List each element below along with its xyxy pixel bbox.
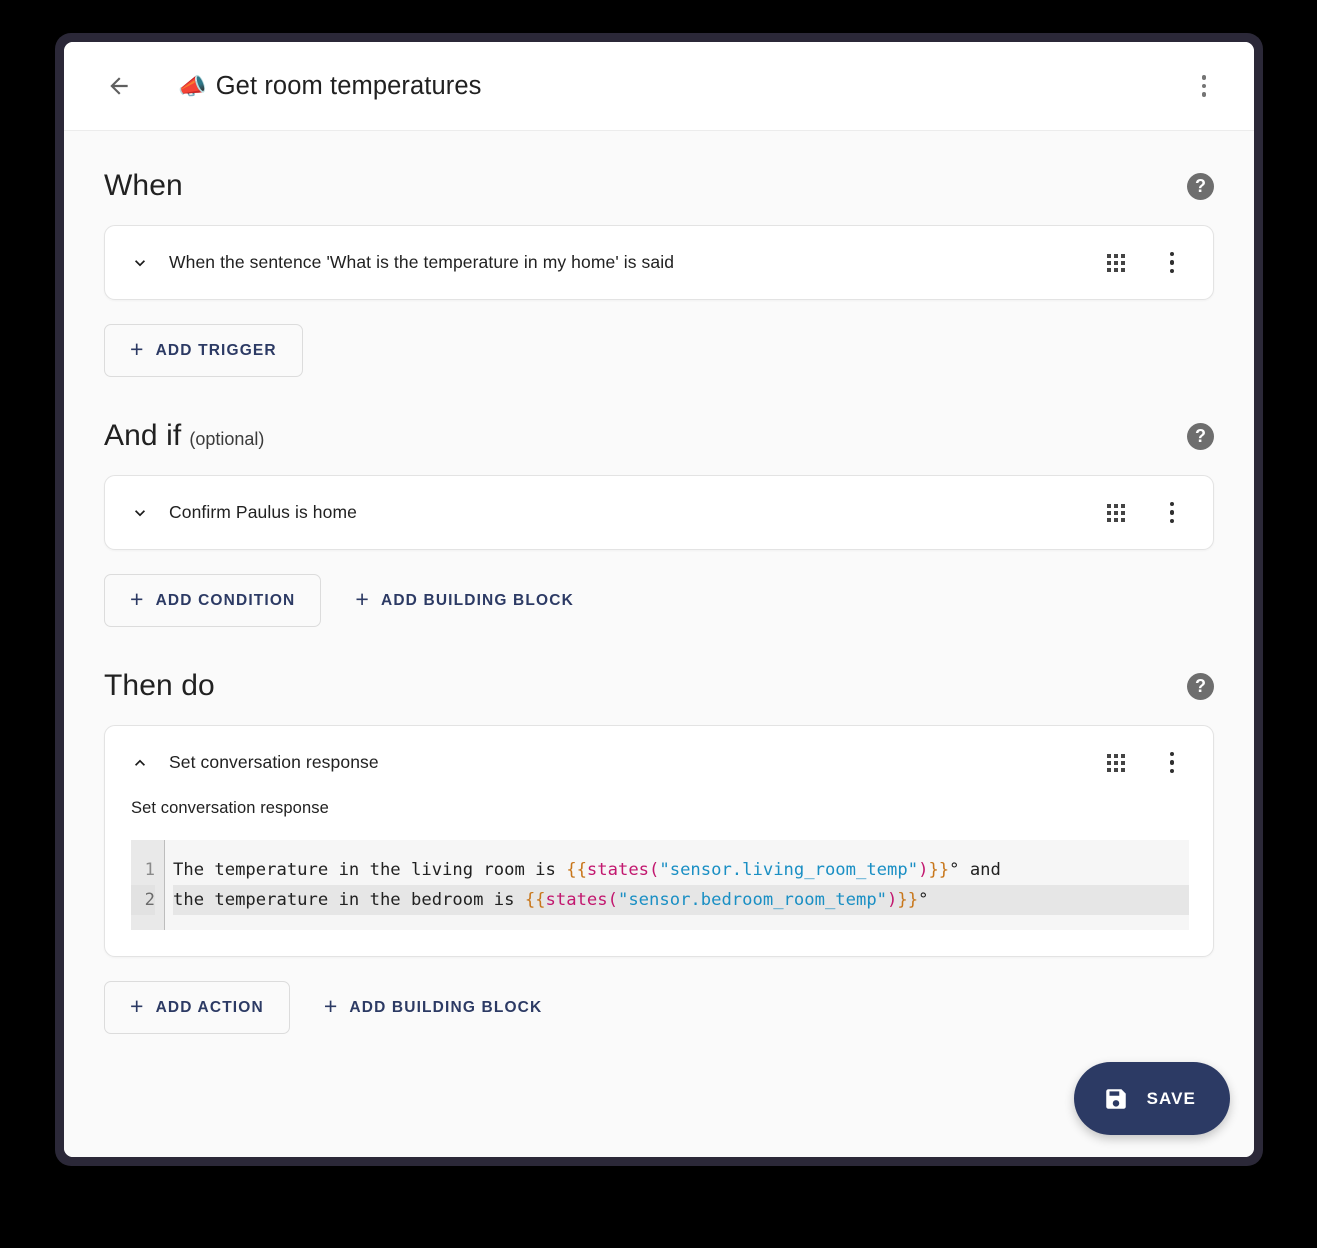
megaphone-emoji-icon: 📣 (178, 72, 207, 99)
chevron-down-icon[interactable] (127, 500, 153, 526)
add-condition-button[interactable]: + ADD CONDITION (104, 574, 322, 627)
code-token-plain: ° (918, 890, 929, 910)
action-row-card[interactable]: Set conversation response Set conversati… (104, 725, 1214, 957)
add-action-label: ADD ACTION (155, 998, 264, 1016)
then-do-button-row: + ADD ACTION + ADD BUILDING BLOCK (104, 981, 1214, 1034)
code-line: The temperature in the living room is {{… (173, 855, 1189, 885)
code-editor-text-area[interactable]: The temperature in the living room is {{… (165, 840, 1189, 930)
trigger-row-header[interactable]: When the sentence 'What is the temperatu… (105, 226, 1213, 299)
browser-window-frame: 📣 Get room temperatures When ? When the … (55, 33, 1263, 1166)
add-action-button[interactable]: + ADD ACTION (104, 981, 290, 1034)
code-token-paren: ) (918, 860, 929, 880)
code-editor-gutter: 12 (131, 840, 165, 930)
save-floppy-icon (1105, 1088, 1126, 1109)
add-building-block-label: ADD BUILDING BLOCK (349, 998, 543, 1016)
plus-icon: + (130, 993, 145, 1019)
code-token-fn: states (586, 860, 650, 880)
drag-handle-button[interactable] (1099, 746, 1133, 780)
condition-row-card[interactable]: Confirm Paulus is home (104, 475, 1214, 550)
section-title-when-text: When (104, 169, 183, 202)
more-vertical-icon (1169, 501, 1175, 524)
section-optional-label: (optional) (189, 429, 265, 449)
code-editor[interactable]: 12 The temperature in the living room is… (131, 840, 1189, 930)
line-number: 2 (131, 885, 155, 915)
section-header-then-do: Then do ? (104, 669, 1214, 703)
help-icon-then-do[interactable]: ? (1187, 672, 1214, 700)
code-token-plain: the temperature in the bedroom is (173, 890, 525, 910)
section-title-when: When (104, 169, 183, 203)
more-vertical-icon (1169, 751, 1175, 774)
add-trigger-button[interactable]: + ADD TRIGGER (104, 324, 303, 377)
condition-row-label: Confirm Paulus is home (169, 502, 357, 522)
code-token-plain: The temperature in the living room is (173, 860, 567, 880)
code-line: the temperature in the bedroom is {{stat… (173, 885, 1189, 915)
page-title-text: Get room temperatures (215, 71, 482, 100)
more-vertical-icon (1169, 251, 1175, 274)
toolbar: 📣 Get room temperatures (64, 42, 1254, 131)
toolbar-overflow-menu-button[interactable] (1182, 64, 1226, 108)
code-token-brace: {{ (524, 890, 546, 910)
drag-grid-icon (1107, 503, 1125, 522)
drag-grid-icon (1107, 753, 1125, 772)
section-title-and-if: And if (optional) (104, 419, 264, 453)
action-row-body: Set conversation response 12 The tempera… (105, 799, 1213, 956)
action-row-tools (1099, 746, 1189, 780)
app-card: 📣 Get room temperatures When ? When the … (64, 42, 1254, 1157)
add-building-block-label: ADD BUILDING BLOCK (381, 591, 574, 609)
action-overflow-menu-button[interactable] (1155, 746, 1189, 780)
help-icon-and-if[interactable]: ? (1187, 422, 1214, 450)
code-token-str: "sensor.living_room_temp" (659, 860, 919, 880)
add-condition-label: ADD CONDITION (155, 591, 296, 609)
drag-grid-icon (1107, 253, 1125, 272)
and-if-button-row: + ADD CONDITION + ADD BUILDING BLOCK (104, 574, 1214, 627)
plus-icon: + (355, 586, 370, 612)
chevron-down-icon[interactable] (127, 250, 153, 276)
section-header-and-if: And if (optional) ? (104, 419, 1214, 453)
condition-overflow-menu-button[interactable] (1155, 496, 1189, 530)
drag-handle-button[interactable] (1099, 496, 1133, 530)
action-row-header[interactable]: Set conversation response (105, 726, 1213, 799)
help-icon-when[interactable]: ? (1187, 172, 1214, 200)
code-token-brace: }} (928, 860, 950, 880)
add-building-block-button-condition[interactable]: + ADD BUILDING BLOCK (329, 574, 600, 627)
code-token-paren: ( (649, 860, 660, 880)
trigger-row-card[interactable]: When the sentence 'What is the temperatu… (104, 225, 1214, 300)
add-building-block-button-action[interactable]: + ADD BUILDING BLOCK (298, 981, 569, 1034)
code-token-fn: states (545, 890, 608, 910)
line-number: 1 (144, 860, 155, 880)
condition-row-header[interactable]: Confirm Paulus is home (105, 476, 1213, 549)
code-token-brace: {{ (566, 860, 587, 880)
plus-icon: + (130, 586, 145, 612)
arrow-left-icon (110, 77, 128, 95)
action-row-label: Set conversation response (169, 752, 379, 772)
back-button[interactable] (96, 63, 142, 109)
when-button-row: + ADD TRIGGER (104, 324, 1214, 377)
more-vertical-icon (1201, 75, 1207, 97)
save-button[interactable]: SAVE (1073, 1062, 1230, 1135)
trigger-row-tools (1099, 246, 1189, 280)
code-token-str: "sensor.bedroom_room_temp" (617, 890, 888, 910)
condition-row-tools (1099, 496, 1189, 530)
code-token-paren: ( (607, 890, 618, 910)
plus-icon: + (130, 336, 145, 362)
code-token-paren: ) (887, 890, 898, 910)
code-token-brace: }} (897, 890, 919, 910)
section-title-then-do: Then do (104, 669, 215, 703)
trigger-overflow-menu-button[interactable] (1155, 246, 1189, 280)
plus-icon: + (323, 993, 339, 1019)
chevron-up-icon[interactable] (127, 750, 153, 776)
conversation-response-field-label: Set conversation response (131, 799, 329, 817)
section-title-then-do-text: Then do (104, 669, 215, 702)
code-token-plain: ° and (949, 860, 1001, 880)
page-title: 📣 Get room temperatures (178, 72, 481, 101)
automation-editor-content: When ? When the sentence 'What is the te… (64, 131, 1254, 1157)
section-header-when: When ? (104, 169, 1214, 203)
section-title-and-if-text: And if (104, 419, 182, 452)
trigger-row-label: When the sentence 'What is the temperatu… (169, 252, 675, 272)
drag-handle-button[interactable] (1099, 246, 1133, 280)
add-trigger-label: ADD TRIGGER (155, 341, 277, 359)
save-button-label: SAVE (1146, 1088, 1196, 1108)
